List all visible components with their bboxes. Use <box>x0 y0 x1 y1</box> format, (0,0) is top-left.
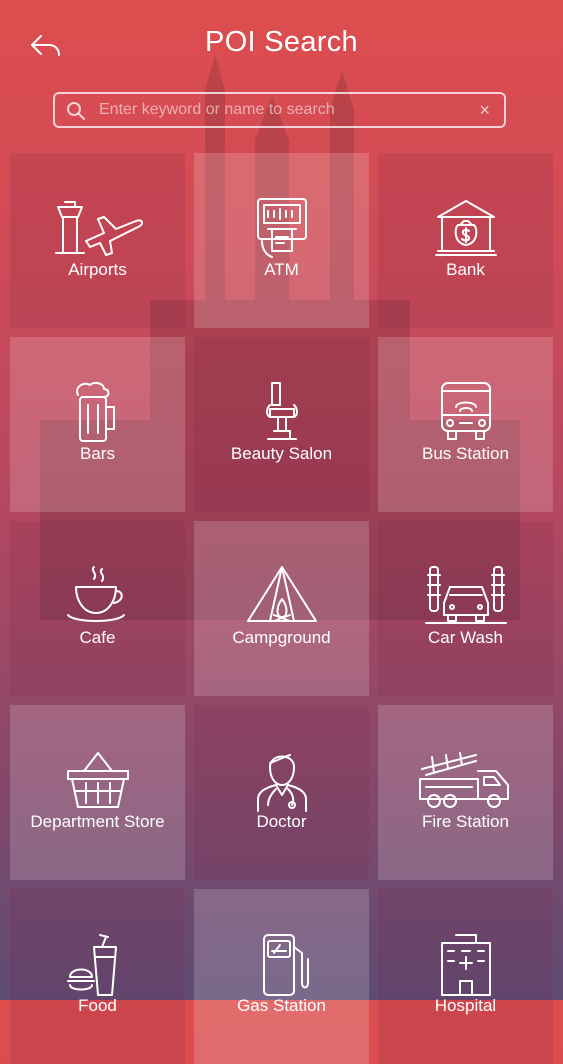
category-label: Fire Station <box>422 812 509 831</box>
category-tile-atm[interactable]: ATM <box>194 153 369 328</box>
bus-icon <box>440 382 491 440</box>
fast-food-icon <box>66 934 117 996</box>
category-label: Car Wash <box>428 628 503 647</box>
category-tile-car-wash[interactable]: Car Wash <box>378 521 553 696</box>
car-wash-icon <box>424 566 507 624</box>
category-label: Hospital <box>434 996 497 1015</box>
category-tile-campground[interactable]: Campground <box>194 521 369 696</box>
category-tile-beauty-salon[interactable]: Beauty Salon <box>194 337 369 512</box>
search-bar: × <box>53 92 506 128</box>
doctor-icon <box>256 754 307 812</box>
category-label: Department Store <box>30 812 165 831</box>
category-label: Gas Station <box>237 996 326 1015</box>
search-icon <box>67 102 85 120</box>
tent-icon <box>246 566 317 622</box>
page-title: POI Search <box>205 26 358 58</box>
category-label: Bank <box>446 260 485 279</box>
category-tile-bank[interactable]: Bank <box>378 153 553 328</box>
header-bar: POI Search <box>0 0 563 90</box>
category-label: Bus Station <box>422 444 509 463</box>
airport-icon <box>54 201 143 256</box>
beer-mug-icon <box>75 381 115 442</box>
category-tile-department-store[interactable]: Department Store <box>10 705 185 880</box>
category-label: Campground <box>232 628 331 647</box>
category-label: Doctor <box>256 812 307 831</box>
category-tile-fire-station[interactable]: Fire Station <box>378 705 553 880</box>
hospital-icon <box>440 934 491 996</box>
category-label: Airports <box>68 260 127 279</box>
search-input[interactable] <box>99 94 459 126</box>
category-label: Cafe <box>79 628 116 647</box>
category-tile-bus-station[interactable]: Bus Station <box>378 337 553 512</box>
category-tile-doctor[interactable]: Doctor <box>194 705 369 880</box>
gas-pump-icon <box>262 934 309 996</box>
category-label: Bars <box>80 444 115 463</box>
category-tile-food[interactable]: Food <box>10 889 185 1064</box>
category-tile-hospital[interactable]: Hospital <box>378 889 553 1064</box>
shopping-basket-icon <box>66 752 129 808</box>
coffee-cup-icon <box>66 566 125 622</box>
category-tile-cafe[interactable]: Cafe <box>10 521 185 696</box>
category-tile-airports[interactable]: Airports <box>10 153 185 328</box>
category-label: Beauty Salon <box>230 444 333 463</box>
category-label: ATM <box>264 260 299 279</box>
fire-truck-icon <box>418 752 509 808</box>
category-tile-bars[interactable]: Bars <box>10 337 185 512</box>
category-grid: Airports ATM Bank Bars Beauty Salon Bus … <box>10 153 553 1064</box>
category-tile-gas-station[interactable]: Gas Station <box>194 889 369 1064</box>
category-label: Food <box>78 996 117 1015</box>
atm-icon <box>256 198 307 258</box>
bank-icon <box>434 200 497 256</box>
salon-chair-icon <box>265 382 298 440</box>
clear-search-icon[interactable]: × <box>479 98 490 122</box>
